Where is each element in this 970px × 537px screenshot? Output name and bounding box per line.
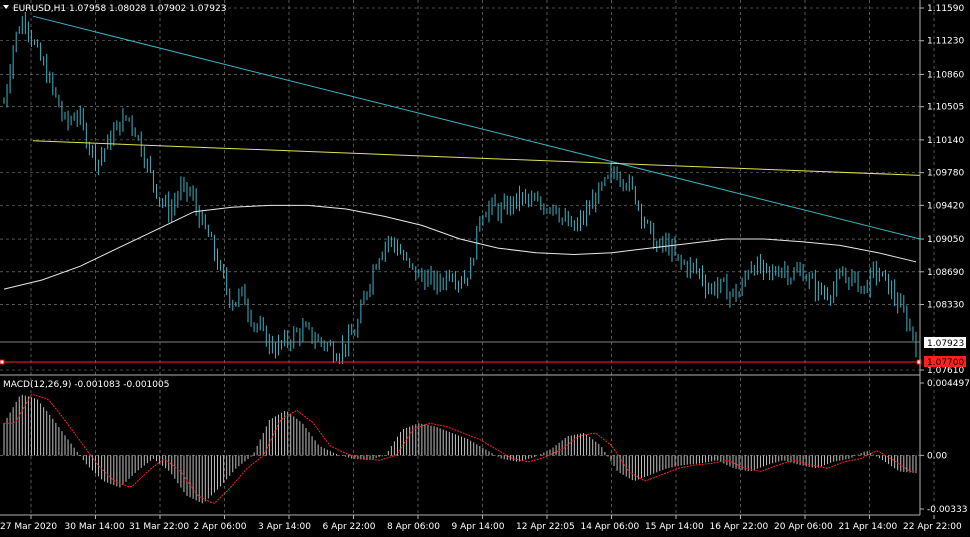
time-tick-label: 3 Apr 14:00 bbox=[258, 522, 311, 532]
chart-header: EURUSD,H1 1.07958 1.08028 1.07902 1.0792… bbox=[3, 4, 226, 14]
time-tick-label: 16 Apr 22:00 bbox=[710, 522, 769, 532]
time-tick-label: 30 Mar 14:00 bbox=[65, 522, 125, 532]
time-tick-label: 21 Apr 14:00 bbox=[839, 522, 898, 532]
trading-chart[interactable]: EURUSD,H1 1.07958 1.08028 1.07902 1.0792… bbox=[0, 0, 970, 537]
time-tick-label: 14 Apr 06:00 bbox=[581, 522, 640, 532]
level-price-value: 1.07700 bbox=[927, 358, 964, 368]
macd-tick-label: -0.00333 bbox=[927, 505, 967, 515]
price-tick-label: 1.10140 bbox=[927, 136, 964, 146]
price-tick-label: 1.08330 bbox=[927, 301, 964, 311]
price-tick-label: 1.09420 bbox=[927, 201, 964, 211]
macd-tick-label: 0.004497 bbox=[927, 379, 970, 389]
time-tick-label: 22 Apr 22:00 bbox=[903, 522, 962, 532]
price-tick-label: 1.11230 bbox=[927, 37, 964, 47]
time-tick-label: 31 Mar 22:00 bbox=[129, 522, 189, 532]
time-tick-label: 12 Apr 22:05 bbox=[516, 522, 575, 532]
time-tick-label: 9 Apr 14:00 bbox=[452, 522, 505, 532]
price-tick-label: 1.09050 bbox=[927, 235, 964, 245]
time-tick-label: 15 Apr 14:00 bbox=[645, 522, 704, 532]
price-tick-label: 1.10505 bbox=[927, 103, 964, 113]
chart-title: EURUSD,H1 1.07958 1.08028 1.07902 1.0792… bbox=[13, 4, 226, 14]
price-tick-label: 1.10860 bbox=[927, 70, 964, 80]
price-tick-label: 1.11590 bbox=[927, 4, 964, 14]
price-tick-label: 1.08690 bbox=[927, 268, 964, 278]
level-left-handle[interactable] bbox=[0, 359, 5, 365]
current-price-label: 1.07923 bbox=[924, 337, 966, 349]
price-tick-label: 1.09780 bbox=[927, 169, 964, 179]
time-tick-label: 2 Apr 06:00 bbox=[194, 522, 247, 532]
time-tick-label: 8 Apr 06:00 bbox=[387, 522, 440, 532]
macd-title: MACD(12,26,9) -0.001083 -0.001005 bbox=[3, 380, 169, 390]
time-tick-label: 27 Mar 2020 bbox=[0, 522, 57, 532]
time-tick-label: 20 Apr 06:00 bbox=[774, 522, 833, 532]
current-price-value: 1.07923 bbox=[927, 339, 964, 349]
macd-tick-label: 0.00 bbox=[927, 451, 947, 461]
level-price-label: 1.07700 bbox=[924, 356, 966, 368]
time-tick-label: 6 Apr 22:00 bbox=[323, 522, 376, 532]
